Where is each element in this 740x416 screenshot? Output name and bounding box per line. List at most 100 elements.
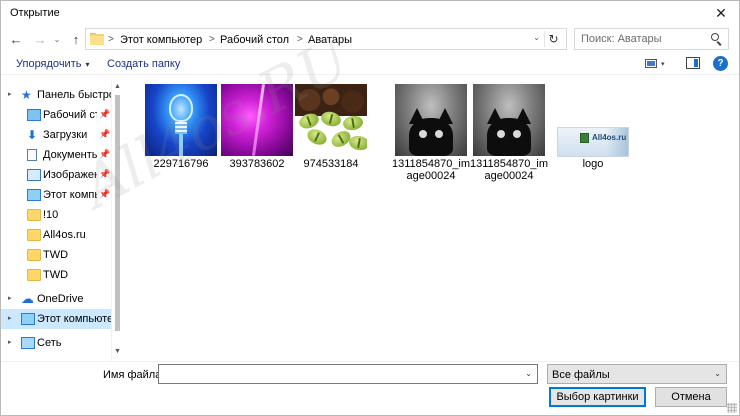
sidebar-item-label: Загрузки [43,129,88,141]
cat-thumbnail [395,84,467,156]
sidebar-item-label: TWD [43,269,69,281]
divider [1,361,739,362]
folder-icon [27,229,41,241]
search-icon[interactable] [710,32,724,46]
chevron-down-icon: ⌄ [53,34,61,44]
sidebar-item-label: Этот компьютер [37,313,111,325]
navigation-row: ← → ⌄ ↑ > Этот компьютер > Рабочий стол … [1,27,739,51]
sidebar-item-label: Рабочий стол [43,109,97,121]
file-name: 1311854870_image00024 [469,158,549,182]
close-button[interactable]: ✕ [709,3,733,23]
view-icon [645,59,657,68]
preview-pane-button[interactable] [686,57,700,69]
pin-icon: 📌 [99,109,111,119]
close-icon: ✕ [715,4,727,21]
navigation-pane: ▸★Панель быстрого доступаРабочий стол📌⬇З… [1,81,123,361]
expand-arrow-icon[interactable]: ▸ [8,294,12,302]
sidebar-item-label: TWD [43,249,69,261]
cloud-icon: ☁ [21,291,34,306]
sidebar-item[interactable]: TWD [1,245,111,265]
document-icon [27,149,37,161]
cancel-button[interactable]: Отмена [655,387,727,407]
back-button[interactable]: ← [7,30,25,48]
sidebar-item[interactable]: TWD [1,265,111,285]
address-bar[interactable]: > Этот компьютер > Рабочий стол > Аватар… [85,28,567,50]
sidebar-item[interactable]: !10 [1,205,111,225]
folder-icon [27,249,41,261]
resize-grip[interactable] [727,403,737,413]
breadcrumb-separator[interactable]: > [108,34,114,45]
pictures-icon [27,169,41,181]
computer-icon [27,189,41,201]
file-name: 974533184 [303,158,359,170]
breadcrumb-avatars[interactable]: Аватары [308,34,352,46]
sidebar-item-label: Документы [43,149,97,161]
cat-thumbnail [473,84,545,156]
sidebar-item[interactable]: Этот компьютер📌 [1,185,111,205]
file-name: 229716796 [153,158,209,170]
scroll-up-icon[interactable]: ▲ [114,83,121,90]
sidebar-item-label: Панель быстрого доступа [37,89,111,101]
filename-label: Имя файла: [103,369,165,381]
forward-button[interactable]: → [31,30,49,48]
star-icon: ★ [21,88,32,102]
scrollbar-thumb[interactable] [115,95,120,331]
recent-locations-button[interactable]: ⌄ [51,30,63,48]
sidebar-item[interactable]: ⬇ Загрузки 📌 [1,125,111,145]
sidebar-item[interactable]: Изображения📌 [1,165,111,185]
sidebar-item-label: Сеть [37,337,62,349]
sidebar-item[interactable]: ▸ ☁ OneDrive [1,289,111,309]
filename-combobox[interactable]: ⌄ [158,364,538,384]
expand-arrow-icon[interactable]: ▸ [8,338,12,346]
folder-icon [27,209,41,221]
navigation-scrollbar[interactable]: ▲ ▼ [111,81,123,361]
search-box[interactable] [574,28,729,50]
breadcrumb-this-pc[interactable]: Этот компьютер [120,34,202,46]
refresh-button[interactable]: ↻ [544,31,562,47]
search-input[interactable] [575,29,709,49]
sidebar-item[interactable]: Документы 📌 [1,145,111,165]
organize-button[interactable]: Упорядочить ▾ [16,58,89,70]
breadcrumb-separator[interactable]: > [209,34,215,45]
sidebar-item[interactable]: Рабочий стол📌 [1,105,111,125]
arrow-left-icon: ← [9,31,23,47]
open-file-dialog: Открытие ✕ ← → ⌄ ↑ > Этот компьютер > Ра… [0,0,740,416]
file-name: 1311854870_image00024 [391,158,471,182]
title-bar[interactable]: Открытие ✕ [1,1,739,25]
sidebar-item-label: Изображения [43,169,97,181]
file-list: 229716796 393783602 974533184 1311854870_im… [125,79,737,361]
arrow-up-icon: ↑ [72,31,80,47]
file-name: 393783602 [229,158,285,170]
help-button[interactable]: ? [713,56,728,71]
open-button[interactable]: Выбор картинки [549,387,646,407]
breadcrumb-separator[interactable]: > [297,34,303,45]
chevron-down-icon: ⌄ [714,369,721,378]
pin-icon: 📌 [99,169,111,179]
expand-arrow-icon[interactable]: ▸ [8,90,12,98]
pin-icon: 📌 [99,189,111,199]
help-icon: ? [717,58,724,69]
organize-label: Упорядочить [16,58,82,70]
expand-arrow-icon[interactable]: ▸ [8,314,12,322]
sidebar-item[interactable]: ▸ ★ Панель быстрого доступа [1,85,111,105]
scroll-down-icon[interactable]: ▼ [114,348,121,355]
filename-input[interactable] [159,365,519,383]
new-folder-button[interactable]: Создать папку [107,58,180,70]
computer-icon [21,313,35,325]
sidebar-item[interactable]: All4os.ru [1,225,111,245]
sidebar-item-label: OneDrive [37,293,84,305]
file-type-value: Все файлы [552,369,610,381]
sidebar-item-label: Этот компьютер [43,189,97,201]
sidebar-item[interactable]: ▸ Сеть [1,333,111,353]
download-icon: ⬇ [27,128,38,142]
sidebar-item[interactable]: ▸ Этот компьютер [1,309,111,329]
file-type-select[interactable]: Все файлы ⌄ [547,364,727,384]
chevron-down-icon: ▾ [661,61,665,68]
network-icon [21,337,35,349]
chevron-down-icon[interactable]: ⌄ [525,369,532,378]
change-view-button[interactable]: ▾ [645,58,671,70]
breadcrumb-desktop[interactable]: Рабочий стол [220,34,289,46]
up-button[interactable]: ↑ [67,30,85,48]
address-dropdown-button[interactable]: ⌄ [533,33,540,42]
arrow-right-icon: → [33,31,47,47]
